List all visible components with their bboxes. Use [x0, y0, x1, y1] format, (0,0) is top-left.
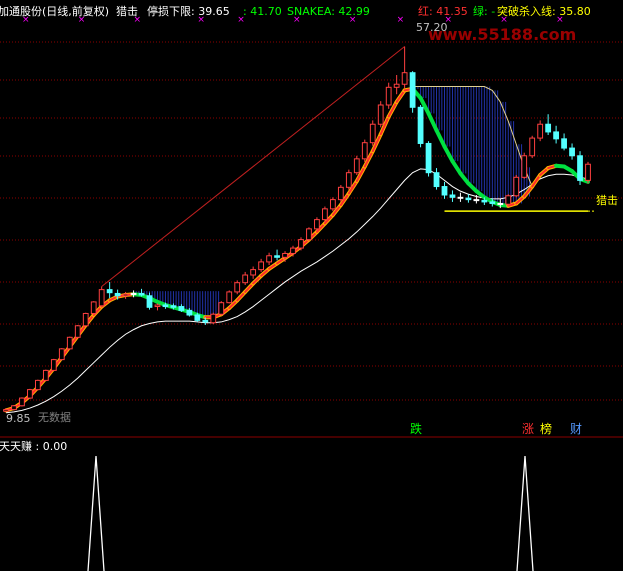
candle-body[interactable] [513, 176, 520, 197]
candle-body[interactable] [345, 172, 352, 188]
zhang-label: 涨 [522, 421, 534, 436]
candle-body[interactable] [50, 359, 57, 371]
candle-body[interactable] [353, 158, 360, 174]
candle-body[interactable] [58, 348, 65, 361]
candle-body[interactable] [561, 138, 567, 149]
candle-body[interactable] [409, 72, 416, 108]
candle-body[interactable] [3, 409, 9, 412]
candle-body[interactable] [569, 147, 575, 157]
candle-body[interactable] [138, 292, 145, 296]
low-price-label: 9.85 [6, 412, 31, 425]
candle-body[interactable] [226, 291, 233, 304]
candle-body[interactable] [82, 312, 89, 327]
candle-body[interactable] [218, 302, 225, 315]
candle-body[interactable] [34, 379, 41, 391]
candle-body[interactable] [19, 397, 25, 407]
candle-body[interactable] [457, 196, 464, 199]
candle-body[interactable] [537, 123, 544, 139]
candle-body[interactable] [489, 201, 496, 204]
candle-body[interactable] [242, 274, 249, 284]
candle-body[interactable] [106, 289, 113, 294]
candle-body[interactable] [122, 293, 129, 297]
candle-body[interactable] [210, 313, 217, 324]
no-data-label: 无数据 [38, 410, 71, 424]
green-label: 绿: - [473, 4, 495, 18]
candle-body[interactable] [306, 228, 312, 241]
bang-label: 榜 [540, 421, 552, 436]
candle-body[interactable] [194, 314, 201, 321]
cai-label: 财 [570, 422, 582, 436]
candle-body[interactable] [290, 247, 296, 254]
candle-body[interactable] [186, 309, 193, 316]
candle-body[interactable] [393, 83, 400, 88]
candle-body[interactable] [162, 304, 169, 308]
candle-body[interactable] [417, 106, 424, 144]
candle-body[interactable] [114, 292, 121, 297]
candle-body[interactable] [465, 197, 472, 201]
stock-label: 加通股份(日线,前复权) [0, 4, 109, 18]
candle-body[interactable] [66, 336, 73, 350]
watermark: www.55188.com [428, 25, 576, 44]
candle-body[interactable] [481, 199, 488, 203]
candle-body[interactable] [266, 255, 272, 263]
candle-body[interactable] [234, 282, 241, 293]
candle-body[interactable] [449, 194, 456, 198]
sub-panel-label: 天天赚 : 0.00 [0, 439, 67, 453]
hunt-label: 猎击 [596, 193, 618, 207]
stop-loss-alt: : 41.70 [243, 5, 282, 18]
candle-body[interactable] [553, 131, 560, 140]
candle-body[interactable] [146, 295, 153, 308]
candle-body[interactable] [361, 142, 368, 160]
indicator-name: 猎击 [116, 4, 138, 18]
candle-body[interactable] [258, 261, 265, 271]
snakea-label: SNAKEA: 42.99 [287, 5, 370, 18]
candle-body[interactable] [337, 186, 344, 201]
candle-body[interactable] [298, 239, 304, 249]
candle-body[interactable] [401, 72, 408, 85]
candle-body[interactable] [425, 142, 432, 174]
candle-body[interactable] [529, 137, 536, 157]
candle-body[interactable] [274, 255, 280, 258]
candle-body[interactable] [377, 104, 384, 125]
signal-dot: × [397, 15, 405, 25]
breakout-label: 突破杀入线: 35.80 [497, 4, 591, 18]
candle-body[interactable] [250, 269, 257, 276]
candle-body[interactable] [170, 305, 177, 308]
stock-chart[interactable]: × × × × × × × × × × × 加通股份(日线,前复权) 猎击 停损下限: 39.65 … [0, 0, 623, 571]
candle-body[interactable] [329, 199, 336, 210]
candle-body[interactable] [521, 155, 528, 178]
candle-body[interactable] [90, 301, 97, 314]
candle-body[interactable] [11, 405, 17, 411]
candle-body[interactable] [369, 123, 376, 144]
candle-body[interactable] [505, 195, 512, 205]
candle-body[interactable] [497, 202, 504, 205]
candle-body[interactable] [27, 389, 33, 399]
candle-body[interactable] [473, 199, 480, 202]
candle-body[interactable] [385, 86, 392, 106]
candle-body[interactable] [585, 163, 591, 181]
candle-body[interactable] [577, 155, 583, 181]
candle-body[interactable] [282, 252, 288, 258]
candle-body[interactable] [433, 172, 440, 188]
candle-body[interactable] [441, 186, 448, 196]
candle-body[interactable] [98, 289, 105, 307]
candle-body[interactable] [74, 325, 81, 338]
candle-body[interactable] [178, 306, 185, 311]
stop-loss-label: 停损下限: 39.65 [147, 4, 230, 18]
candle-body[interactable] [545, 123, 552, 133]
candle-body[interactable] [42, 369, 49, 381]
red-label: 红: 41.35 [418, 5, 468, 18]
die-label: 跌 [410, 421, 422, 436]
candle-body[interactable] [314, 219, 320, 230]
candle-body[interactable] [154, 304, 161, 308]
candle-body[interactable] [130, 292, 137, 295]
candle-body[interactable] [322, 208, 328, 221]
high-price-label: 57.20 [416, 21, 448, 34]
candle-body[interactable] [202, 319, 209, 323]
